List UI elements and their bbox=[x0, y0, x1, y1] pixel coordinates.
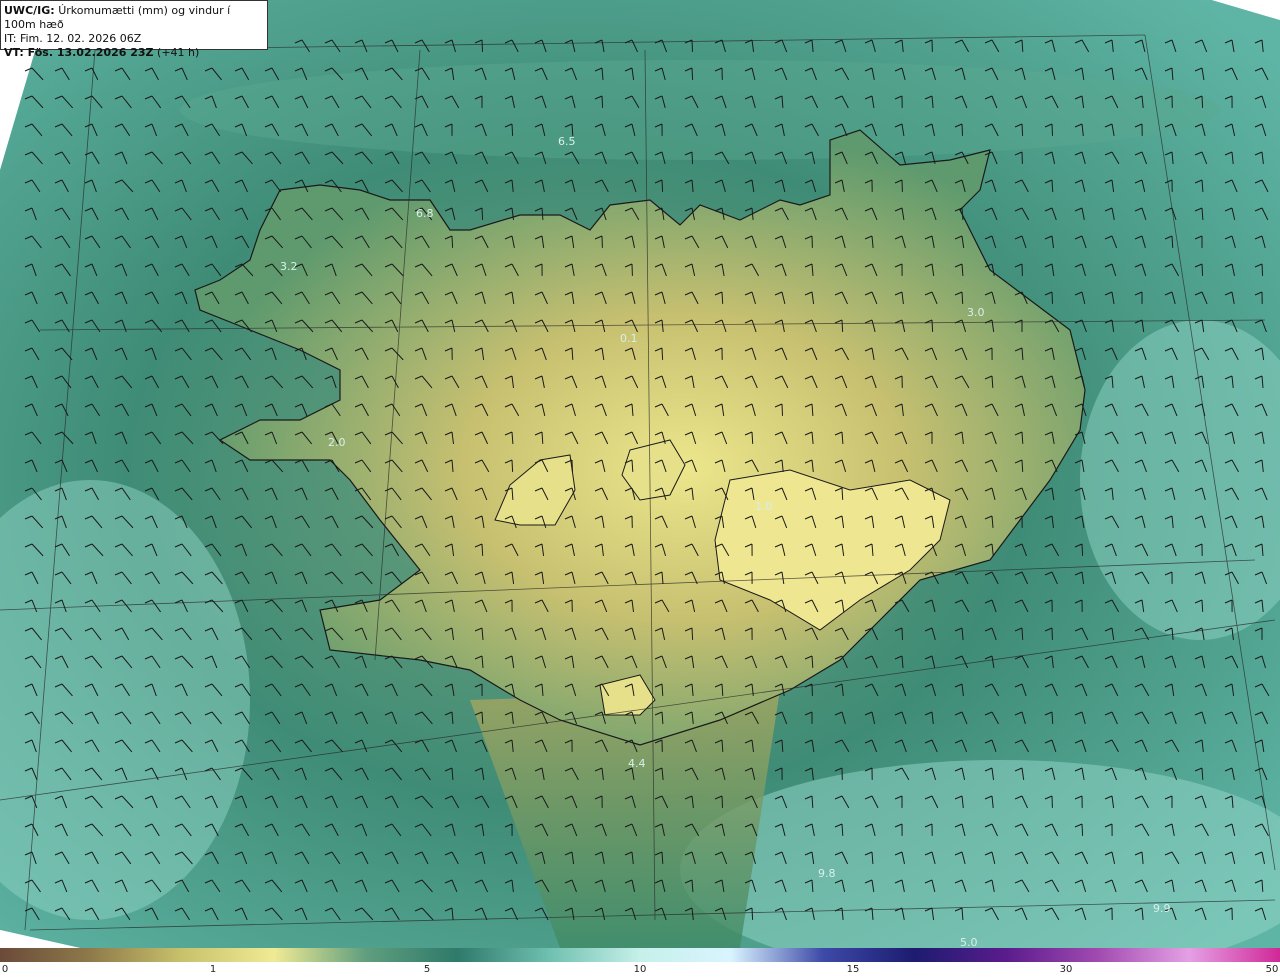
map-label: 6.5 bbox=[558, 135, 576, 148]
colorbar-tick: 30 bbox=[1059, 964, 1073, 975]
map-label: 9.9 bbox=[1153, 902, 1171, 915]
colorbar-tick: 5 bbox=[423, 964, 431, 975]
map-label: 5.0 bbox=[960, 936, 978, 948]
colorbar-tick: 50 bbox=[1265, 964, 1279, 975]
map-label: 3.2 bbox=[280, 260, 298, 273]
model-name: UWC/IG: bbox=[4, 4, 55, 17]
map-label: 4.4 bbox=[628, 757, 646, 770]
colorbar-strip bbox=[0, 948, 1280, 962]
lead-time: (+41 h) bbox=[157, 46, 200, 59]
map-label: 0.1 bbox=[620, 332, 638, 345]
map-label: 3.0 bbox=[967, 306, 985, 319]
colorbar-tick: 15 bbox=[846, 964, 860, 975]
forecast-info-box: UWC/IG: Úrkomumætti (mm) og vindur í 100… bbox=[0, 0, 268, 59]
map-label: 2.0 bbox=[328, 436, 346, 449]
colorbar-tick: 10 bbox=[633, 964, 647, 975]
map-label: 9.8 bbox=[818, 867, 836, 880]
sea-band-n bbox=[180, 60, 1220, 160]
info-title-line: UWC/IG: Úrkomumætti (mm) og vindur í 100… bbox=[4, 4, 264, 32]
issue-time: IT: Fim. 12. 02. 2026 06Z bbox=[4, 32, 142, 45]
colorbar-tick: 0 bbox=[1, 964, 9, 975]
valid-time-line: VT: Fös. 13.02.2026 23Z (+41 h) bbox=[4, 46, 264, 60]
map-label: 1.0 bbox=[755, 500, 773, 513]
colorbar: 0 1 5 10 15 30 50 bbox=[0, 948, 1280, 978]
colorbar-tick: 1 bbox=[209, 964, 217, 975]
valid-time: VT: Fös. 13.02.2026 23Z bbox=[4, 46, 154, 59]
map-label: 6.8 bbox=[416, 207, 434, 220]
precipitation-map: 6.5 6.8 3.2 0.1 3.0 2.0 1.0 4.4 5.0 9.9 … bbox=[0, 0, 1280, 948]
